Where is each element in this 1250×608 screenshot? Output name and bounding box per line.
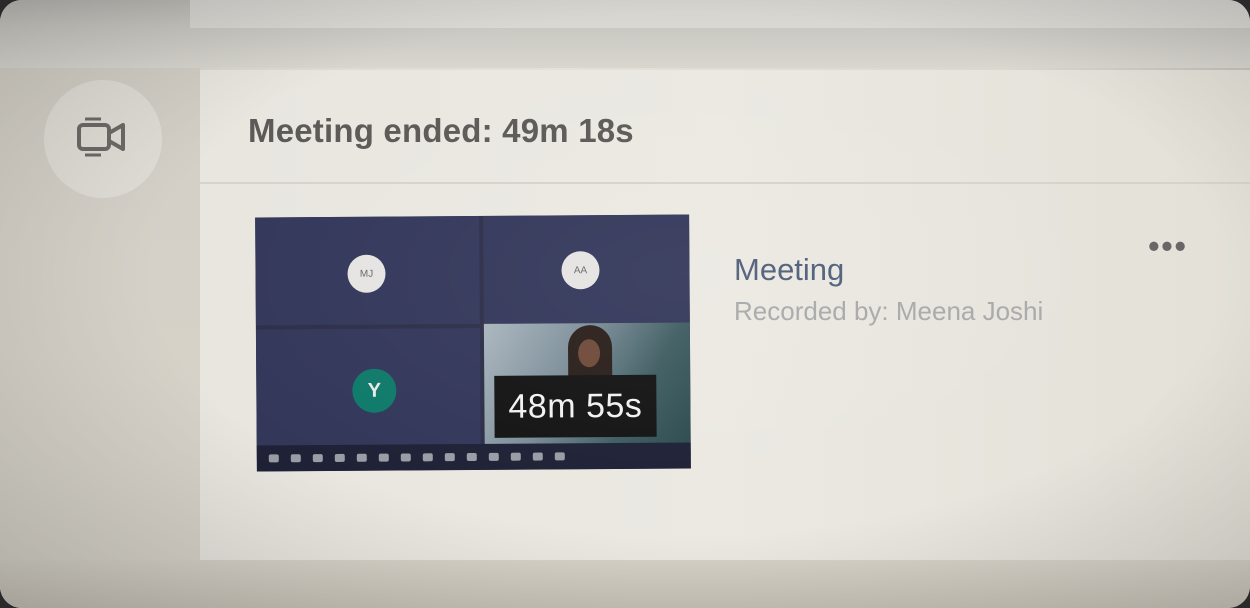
recording-thumbnail[interactable]: MJ AA Y 48m 55s [255, 214, 691, 472]
bottom-area [0, 560, 1250, 608]
toolbar-dot [378, 453, 389, 462]
more-options-button[interactable]: ••• [1138, 226, 1198, 266]
meeting-avatar [44, 80, 162, 198]
toolbar-dot [510, 452, 521, 461]
recorded-by-label: Recorded by: Meena Joshi [734, 296, 1044, 326]
toolbar-dot [268, 454, 279, 463]
toolbar-dot [532, 452, 543, 461]
video-camera-icon [75, 115, 131, 164]
toolbar-dot [466, 452, 477, 462]
top-bar [0, 0, 1250, 68]
toolbar-dot [312, 454, 323, 463]
toolbar-dot [334, 453, 345, 462]
participant-avatar: MJ [347, 254, 386, 293]
recording-duration-badge: 48m 55s [494, 374, 657, 438]
recording-title[interactable]: Meeting [734, 252, 844, 288]
participant-face [577, 339, 601, 368]
toolbar-dot [422, 453, 433, 462]
toolbar-dot [356, 453, 367, 462]
thumbnail-toolbar [256, 442, 691, 472]
toolbar-dot [400, 453, 411, 462]
participant-avatar: Y [352, 368, 397, 413]
screen-frame: Meeting ended: 49m 18s MJ AA Y 48m 55s M… [0, 0, 1250, 608]
toolbar-dot [444, 453, 455, 462]
toolbar-dot [488, 452, 499, 461]
toolbar-dot [554, 452, 565, 461]
meeting-ended-title: Meeting ended: 49m 18s [248, 112, 634, 149]
participant-avatar: AA [561, 251, 600, 290]
toolbar-dot [290, 454, 301, 463]
